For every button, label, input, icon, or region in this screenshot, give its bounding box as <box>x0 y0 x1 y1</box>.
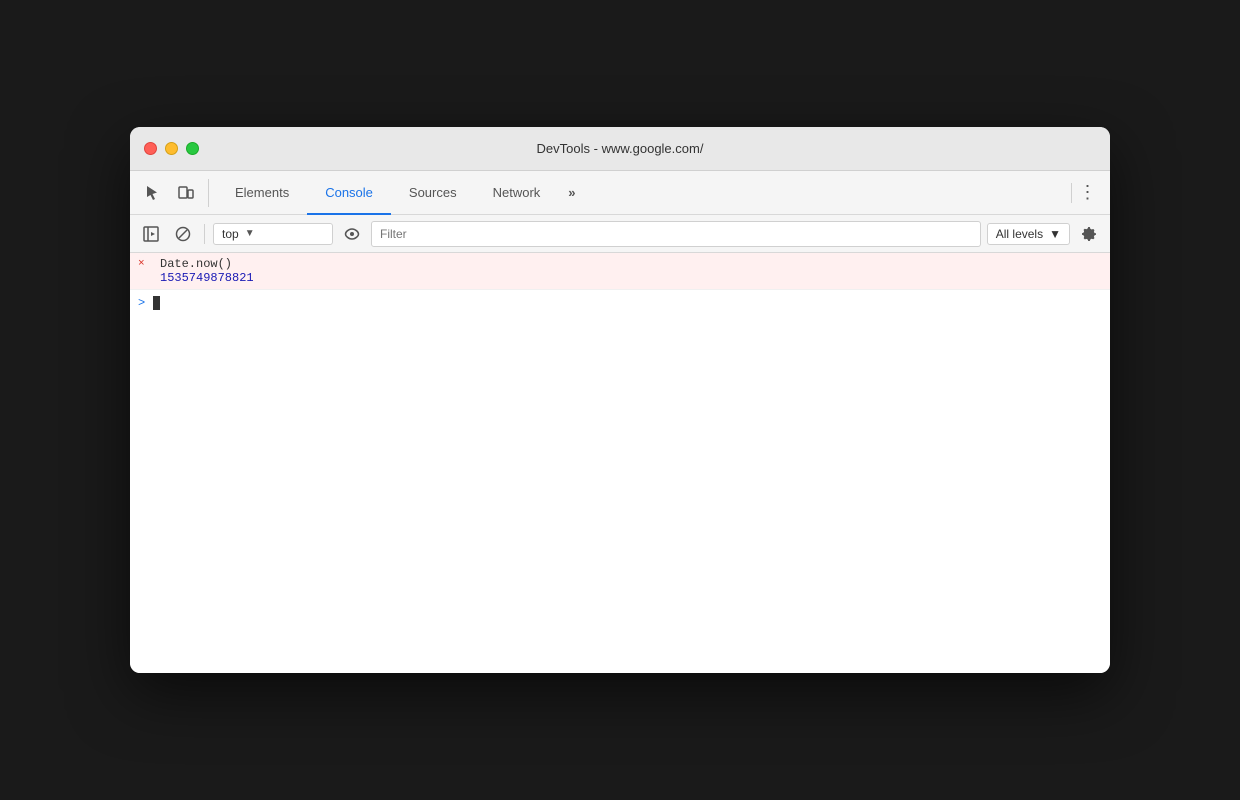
entry-command: Date.now() <box>160 257 254 271</box>
console-input-row[interactable]: > <box>130 290 1110 316</box>
toolbar-icons <box>138 179 209 207</box>
sidebar-toggle-button[interactable] <box>138 221 164 247</box>
prompt-icon: > <box>138 296 145 310</box>
error-icon: × <box>138 258 154 270</box>
minimize-button[interactable] <box>165 142 178 155</box>
tabbar: Elements Console Sources Network » ⋮ <box>130 171 1110 215</box>
devtools-window: DevTools - www.google.com/ Elements <box>130 127 1110 673</box>
traffic-lights <box>144 142 199 155</box>
watch-expressions-button[interactable] <box>339 221 365 247</box>
console-toolbar: top ▼ All levels ▼ <box>130 215 1110 253</box>
filter-input[interactable] <box>371 221 981 247</box>
kebab-menu-button[interactable]: ⋮ <box>1074 179 1102 207</box>
levels-arrow: ▼ <box>1049 227 1061 241</box>
tab-more-button[interactable]: » <box>558 185 585 200</box>
titlebar: DevTools - www.google.com/ <box>130 127 1110 171</box>
tab-network[interactable]: Network <box>475 171 559 215</box>
toolbar-divider <box>204 224 205 244</box>
entry-content: Date.now() 1535749878821 <box>160 257 254 285</box>
context-arrow: ▼ <box>245 228 255 239</box>
window-title: DevTools - www.google.com/ <box>537 141 704 156</box>
log-levels-selector[interactable]: All levels ▼ <box>987 223 1070 245</box>
inspect-icon-button[interactable] <box>138 179 166 207</box>
context-selector[interactable]: top ▼ <box>213 223 333 245</box>
console-output: × Date.now() 1535749878821 > <box>130 253 1110 673</box>
device-toggle-button[interactable] <box>172 179 200 207</box>
tab-sources[interactable]: Sources <box>391 171 475 215</box>
tabbar-divider <box>1071 183 1072 203</box>
tab-elements[interactable]: Elements <box>217 171 307 215</box>
clear-console-button[interactable] <box>170 221 196 247</box>
maximize-button[interactable] <box>186 142 199 155</box>
console-cursor <box>153 296 160 310</box>
tab-console[interactable]: Console <box>307 171 391 215</box>
settings-button[interactable] <box>1076 221 1102 247</box>
console-entry-error: × Date.now() 1535749878821 <box>130 253 1110 290</box>
entry-value: 1535749878821 <box>160 271 254 285</box>
close-button[interactable] <box>144 142 157 155</box>
